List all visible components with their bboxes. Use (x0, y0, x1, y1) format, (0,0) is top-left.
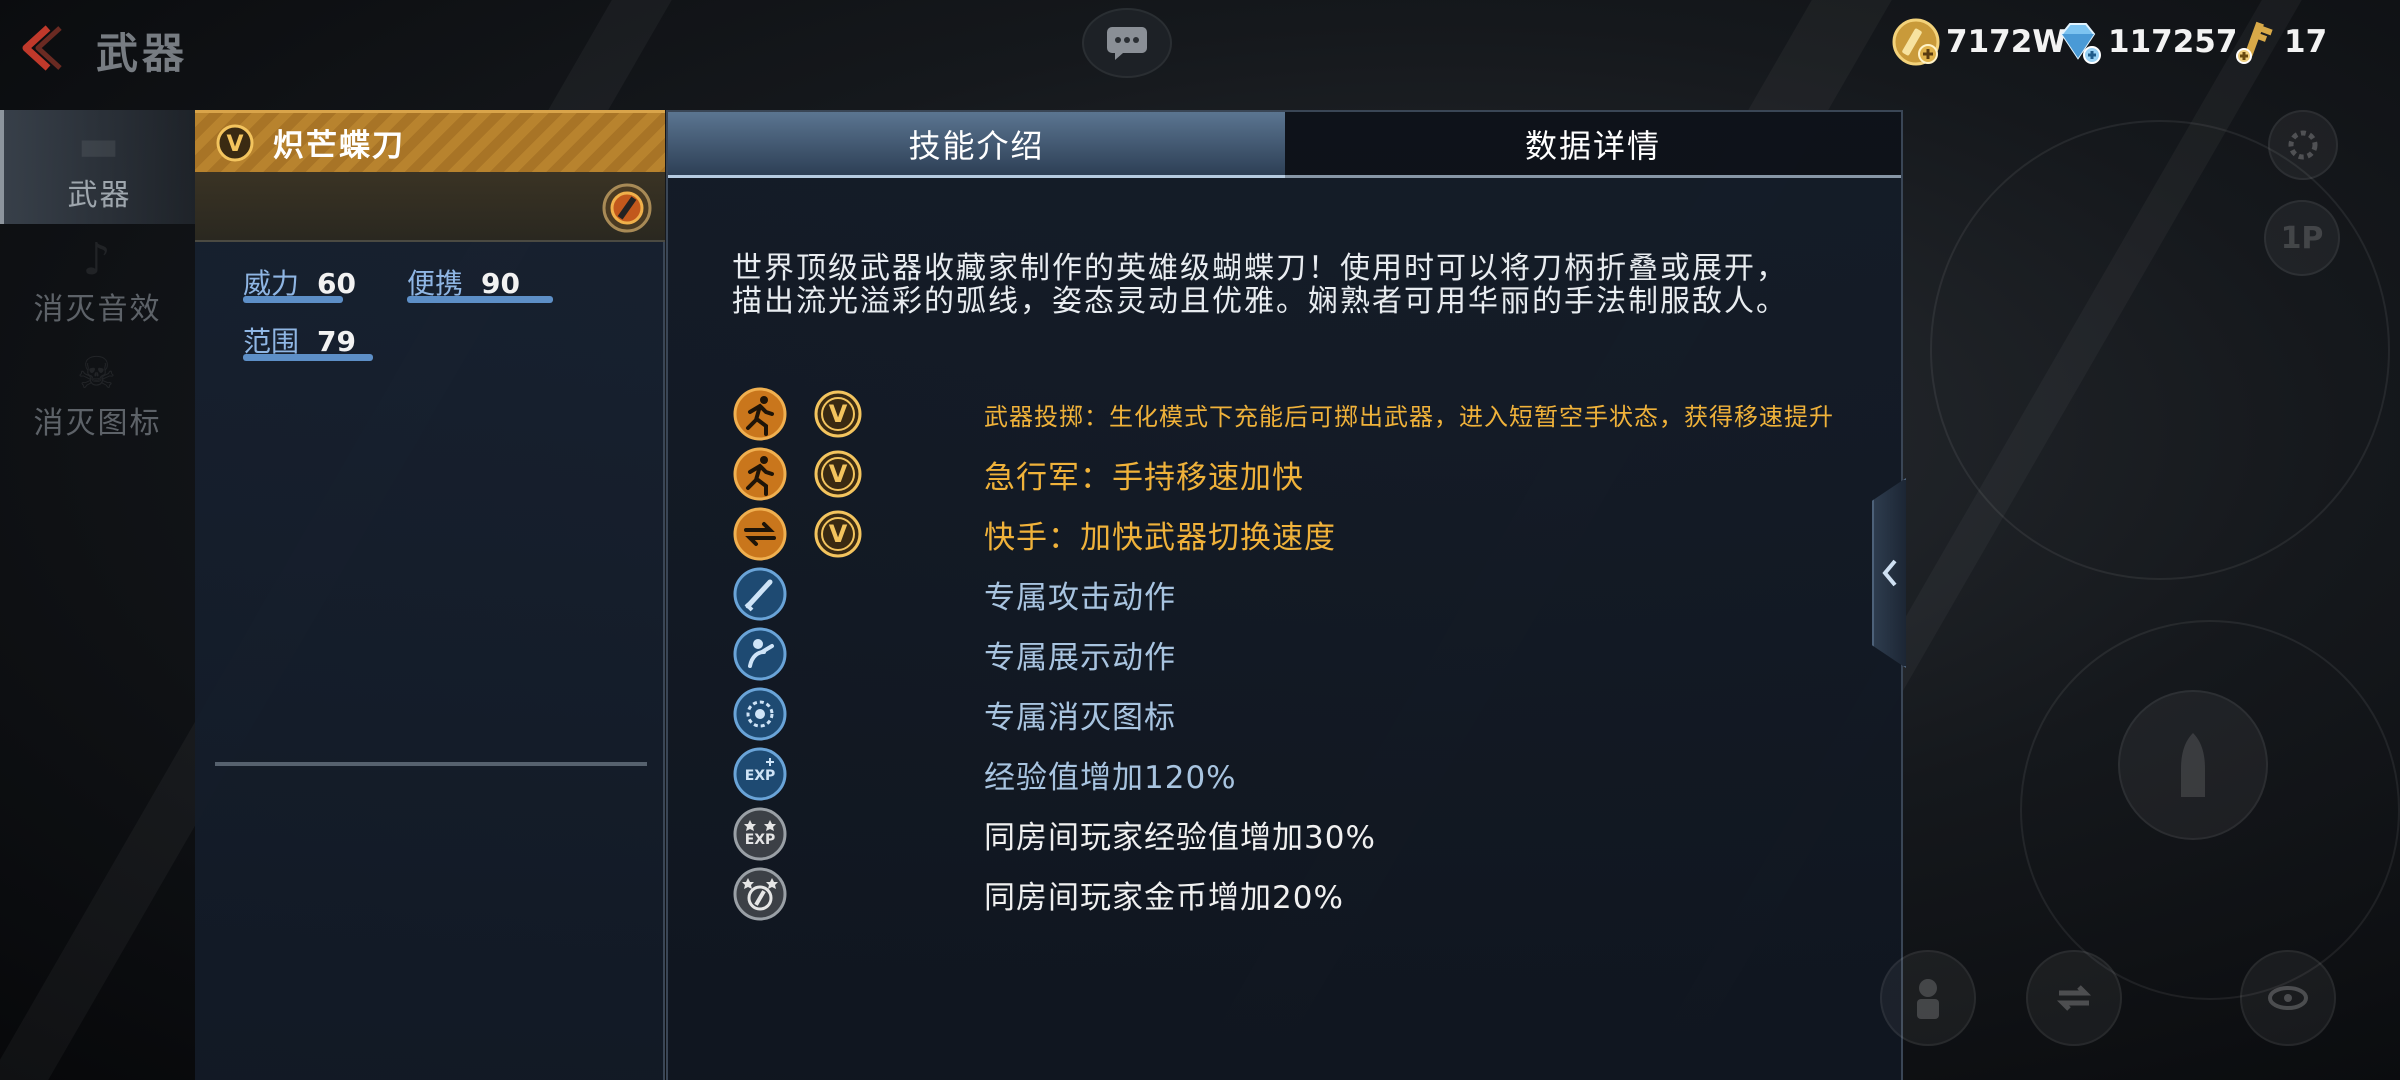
weapon-info-panel: V 炽芒蝶刀 威力 60 便携 90 范围 79 (195, 110, 665, 1080)
running-man-icon (733, 447, 787, 501)
diamond-amount: 117257 (2108, 24, 2238, 60)
skill-row: 专属消灭图标 (732, 686, 1175, 742)
switch-button[interactable] (2026, 950, 2122, 1046)
svg-text:V: V (829, 400, 848, 428)
nav-item-label: 武器 (67, 178, 132, 213)
perspective-label: 1P (2280, 220, 2324, 256)
skill-row: V 武器投掷：生化模式下充能后可掷出武器，进入短暂空手状态，获得移速提升 (732, 386, 1833, 442)
diamond-icon (2060, 23, 2101, 64)
skill-text: 专属消灭图标 (984, 699, 1176, 736)
weapon-header: V 炽芒蝶刀 (195, 110, 665, 172)
tab-skill-intro[interactable]: 技能介绍 (668, 112, 1285, 178)
weapon-swap-icon (733, 507, 787, 561)
skill-text: 急行军：手持移速加快 (984, 459, 1304, 496)
gold-currency[interactable]: 7172W (1890, 14, 2066, 70)
skill-row: EXP 同房间玩家经验值增加30% (732, 806, 1375, 862)
skull-icon: ☠ (76, 348, 119, 399)
skill-text: 经验值增加120% (984, 759, 1237, 796)
quality-emblem-icon (602, 183, 652, 233)
rifle-icon: ▬ (77, 120, 122, 171)
room-coin-icon (733, 867, 787, 921)
weapon-view-button[interactable] (2240, 950, 2336, 1046)
skill-row: V 急行军：手持移速加快 (732, 446, 1303, 502)
skill-row: 专属攻击动作 (732, 566, 1175, 622)
tab-data-details[interactable]: 数据详情 (1285, 112, 1901, 178)
skill-text: 同房间玩家经验值增加30% (984, 819, 1376, 856)
exp-icon: EXP (733, 747, 787, 801)
nav-item-weapon[interactable]: ▬ 武器 (0, 110, 195, 224)
tab-label: 数据详情 (1524, 126, 1661, 165)
chat-button[interactable] (1082, 8, 1172, 78)
svg-text:EXP: EXP (745, 768, 776, 784)
chat-bubble-icon (1107, 27, 1147, 60)
bullet-icon (2181, 733, 2205, 797)
v-rank-badge-icon: V (814, 510, 862, 558)
gold-amount: 7172W (1946, 24, 2067, 60)
page-title: 武器 (96, 29, 189, 78)
character-button[interactable] (1880, 950, 1976, 1046)
swap-icon (2056, 985, 2092, 1011)
panel-divider (215, 762, 647, 766)
skill-row: 专属展示动作 (732, 626, 1175, 682)
knife-attack-icon (733, 567, 787, 621)
svg-text:EXP: EXP (745, 832, 776, 848)
weapon-description: 世界顶级武器收藏家制作的英雄级蝴蝶刀！使用时可以将刀柄折叠或展开，描出流光溢彩的… (732, 251, 1788, 319)
key-currency[interactable]: 17 (2228, 14, 2327, 70)
nav-item-kill-sound[interactable]: ♪ 消灭音效 (0, 224, 195, 338)
skill-row: EXP 经验值增加120% (732, 746, 1236, 802)
back-arrow-icon (22, 25, 62, 71)
perspective-toggle[interactable]: 1P (2264, 200, 2340, 276)
running-man-icon (733, 387, 787, 441)
skill-text: 专属攻击动作 (984, 579, 1176, 616)
stat-portability-bar (407, 296, 553, 303)
svg-text:V: V (829, 520, 848, 548)
skill-panel: 技能介绍 数据详情 世界顶级武器收藏家制作的英雄级蝴蝶刀！使用时可以将刀柄折叠或… (666, 110, 1903, 1080)
v-rank-badge-icon: V (814, 450, 862, 498)
gold-coin-icon (1892, 18, 1940, 66)
settings-button[interactable] (2268, 110, 2338, 180)
v-rank-badge-icon: V (216, 124, 254, 161)
side-panel-toggle[interactable] (1872, 478, 1906, 668)
skill-text: 同房间玩家金币增加20% (984, 879, 1344, 916)
key-amount: 17 (2284, 24, 2328, 60)
weapon-name: 炽芒蝶刀 (273, 128, 405, 164)
inspect-action-icon (733, 627, 787, 681)
soldier-icon (1917, 979, 1939, 1019)
sound-icon: ♪ (82, 234, 113, 285)
chevron-left-icon (1882, 559, 1897, 587)
gear-icon (2288, 130, 2318, 160)
skill-text: 专属展示动作 (984, 639, 1176, 676)
eye-weapon-icon (2268, 986, 2308, 1010)
skill-text: 武器投掷：生化模式下充能后可掷出武器，进入短暂空手状态，获得移速提升 (984, 402, 1834, 431)
kill-mark-icon (733, 687, 787, 741)
skill-text: 快手：加快武器切换速度 (984, 519, 1336, 556)
nav-item-label: 消灭音效 (33, 292, 162, 327)
stat-range-bar (243, 354, 373, 361)
room-exp-icon: EXP (733, 807, 787, 861)
skill-row: 同房间玩家金币增加20% (732, 866, 1343, 922)
top-bar: 武器 7172W 117257 17 (0, 0, 2400, 95)
left-nav: ▬ 武器 ♪ 消灭音效 ☠ 消灭图标 (0, 110, 195, 1080)
stat-power-bar (243, 296, 343, 303)
v-rank-badge-icon: V (814, 390, 862, 438)
weapon-quality-bar (195, 172, 665, 242)
inspect-weapon-button[interactable] (2118, 690, 2268, 840)
diamond-currency[interactable]: 117257 (2052, 14, 2237, 70)
nav-item-label: 消灭图标 (33, 406, 162, 441)
svg-text:V: V (829, 460, 848, 488)
key-icon (2236, 21, 2273, 64)
tab-label: 技能介绍 (908, 126, 1045, 165)
svg-text:V: V (226, 132, 243, 157)
nav-item-kill-icon[interactable]: ☠ 消灭图标 (0, 338, 195, 452)
back-button[interactable] (10, 18, 70, 78)
skill-row: V 快手：加快武器切换速度 (732, 506, 1335, 562)
